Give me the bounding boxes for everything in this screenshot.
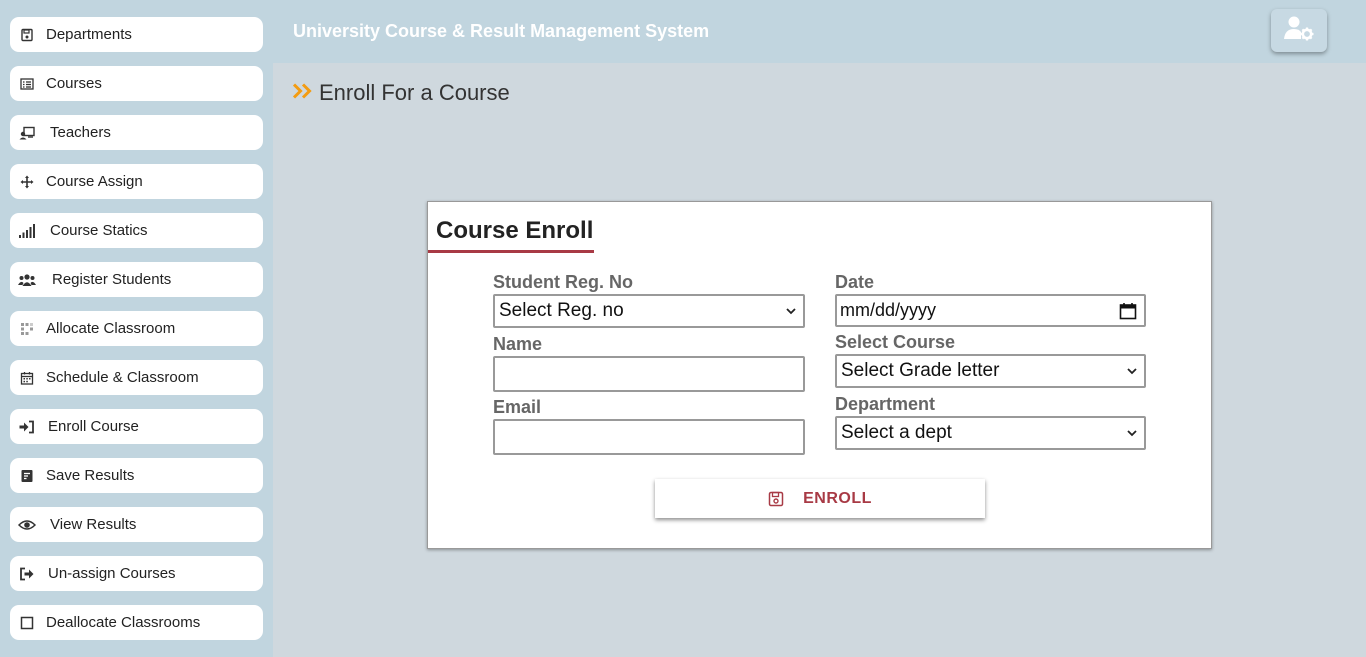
sidebar-item-label: Save Results [46,467,135,484]
chevron-down-icon [786,308,796,315]
sidebar-item-course-assign[interactable]: Course Assign [10,164,263,199]
double-chevron-right-icon [292,82,313,104]
course-select-value: Select Grade letter [841,360,1000,381]
reg-no-label: Student Reg. No [493,272,633,292]
reg-no-select-value: Select Reg. no [499,300,624,321]
sidebar-item-schedule-classroom[interactable]: Schedule & Classroom [10,360,263,395]
sidebar-item-label: Allocate Classroom [46,320,176,337]
sidebar-item-teachers[interactable]: Teachers [10,115,263,150]
sidebar-item-unassign-courses[interactable]: Un-assign Courses [10,556,263,591]
date-placeholder: mm/dd/yyyy [840,300,937,320]
sidebar-item-register-students[interactable]: Register Students [10,262,263,297]
sidebar-item-enroll-course[interactable]: Enroll Course [10,409,263,444]
course-enroll-card: Course Enroll Student Reg. No Select Reg… [427,201,1212,549]
sidebar-item-label: Courses [46,75,102,92]
title-underline [428,250,594,253]
calendar-icon [18,369,36,387]
department-select[interactable]: Select a dept [835,416,1146,450]
email-label: Email [493,397,542,417]
arrows-move-icon [18,173,36,191]
sidebar-item-label: View Results [50,516,137,533]
date-input[interactable]: mm/dd/yyyy [835,294,1146,327]
user-settings-button[interactable] [1271,9,1327,52]
sign-in-icon [18,418,36,436]
chevron-down-icon [1127,430,1137,437]
sidebar-item-label: Enroll Course [48,418,139,435]
list-icon [18,75,36,93]
sidebar-item-label: Un-assign Courses [48,565,176,582]
department-label: Department [835,394,936,414]
email-input[interactable] [493,419,805,455]
page-heading: Enroll For a Course [292,80,510,106]
name-label: Name [493,334,543,354]
enroll-button-label: ENROLL [803,489,872,507]
sidebar-item-course-statics[interactable]: Course Statics [10,213,263,248]
grid-icon [18,320,36,338]
reg-no-select[interactable]: Select Reg. no [493,294,805,328]
document-icon [18,467,36,485]
sidebar-item-label: Schedule & Classroom [46,369,199,386]
square-icon [18,614,36,632]
users-icon [18,271,36,289]
sidebar-item-label: Course Statics [50,222,148,239]
save-icon [18,26,36,44]
app-title: University Course & Result Management Sy… [293,21,710,41]
eye-icon [18,516,36,534]
sidebar-item-allocate-classroom[interactable]: Allocate Classroom [10,311,263,346]
signal-bars-icon [18,222,36,240]
user-cog-icon [1283,15,1315,46]
card-title: Course Enroll [436,217,594,244]
sidebar-item-departments[interactable]: Departments [10,17,263,52]
sidebar-item-deallocate-classrooms[interactable]: Deallocate Classrooms [10,605,263,640]
page-title: Enroll For a Course [319,80,510,105]
sidebar-item-courses[interactable]: Courses [10,66,263,101]
department-select-value: Select a dept [841,422,952,443]
course-select[interactable]: Select Grade letter [835,354,1146,388]
save-icon [768,491,784,506]
sidebar-item-label: Teachers [50,124,111,141]
chalkboard-teacher-icon [18,124,36,142]
sign-out-icon [18,565,36,583]
course-label: Select Course [835,332,956,352]
sidebar-item-save-results[interactable]: Save Results [10,458,263,493]
sidebar-item-label: Departments [46,26,132,43]
sidebar-item-label: Course Assign [46,173,143,190]
sidebar-item-view-results[interactable]: View Results [10,507,263,542]
enroll-button[interactable]: ENROLL [655,479,985,518]
date-label: Date [835,272,875,292]
calendar-icon[interactable] [1119,302,1137,320]
sidebar-item-label: Register Students [52,271,172,288]
name-input[interactable] [493,356,805,392]
sidebar-item-label: Deallocate Classrooms [46,614,201,631]
top-header: University Course & Result Management Sy… [273,0,1366,63]
chevron-down-icon [1127,368,1137,375]
sidebar: Departments Courses Teachers Course Assi… [0,0,273,657]
